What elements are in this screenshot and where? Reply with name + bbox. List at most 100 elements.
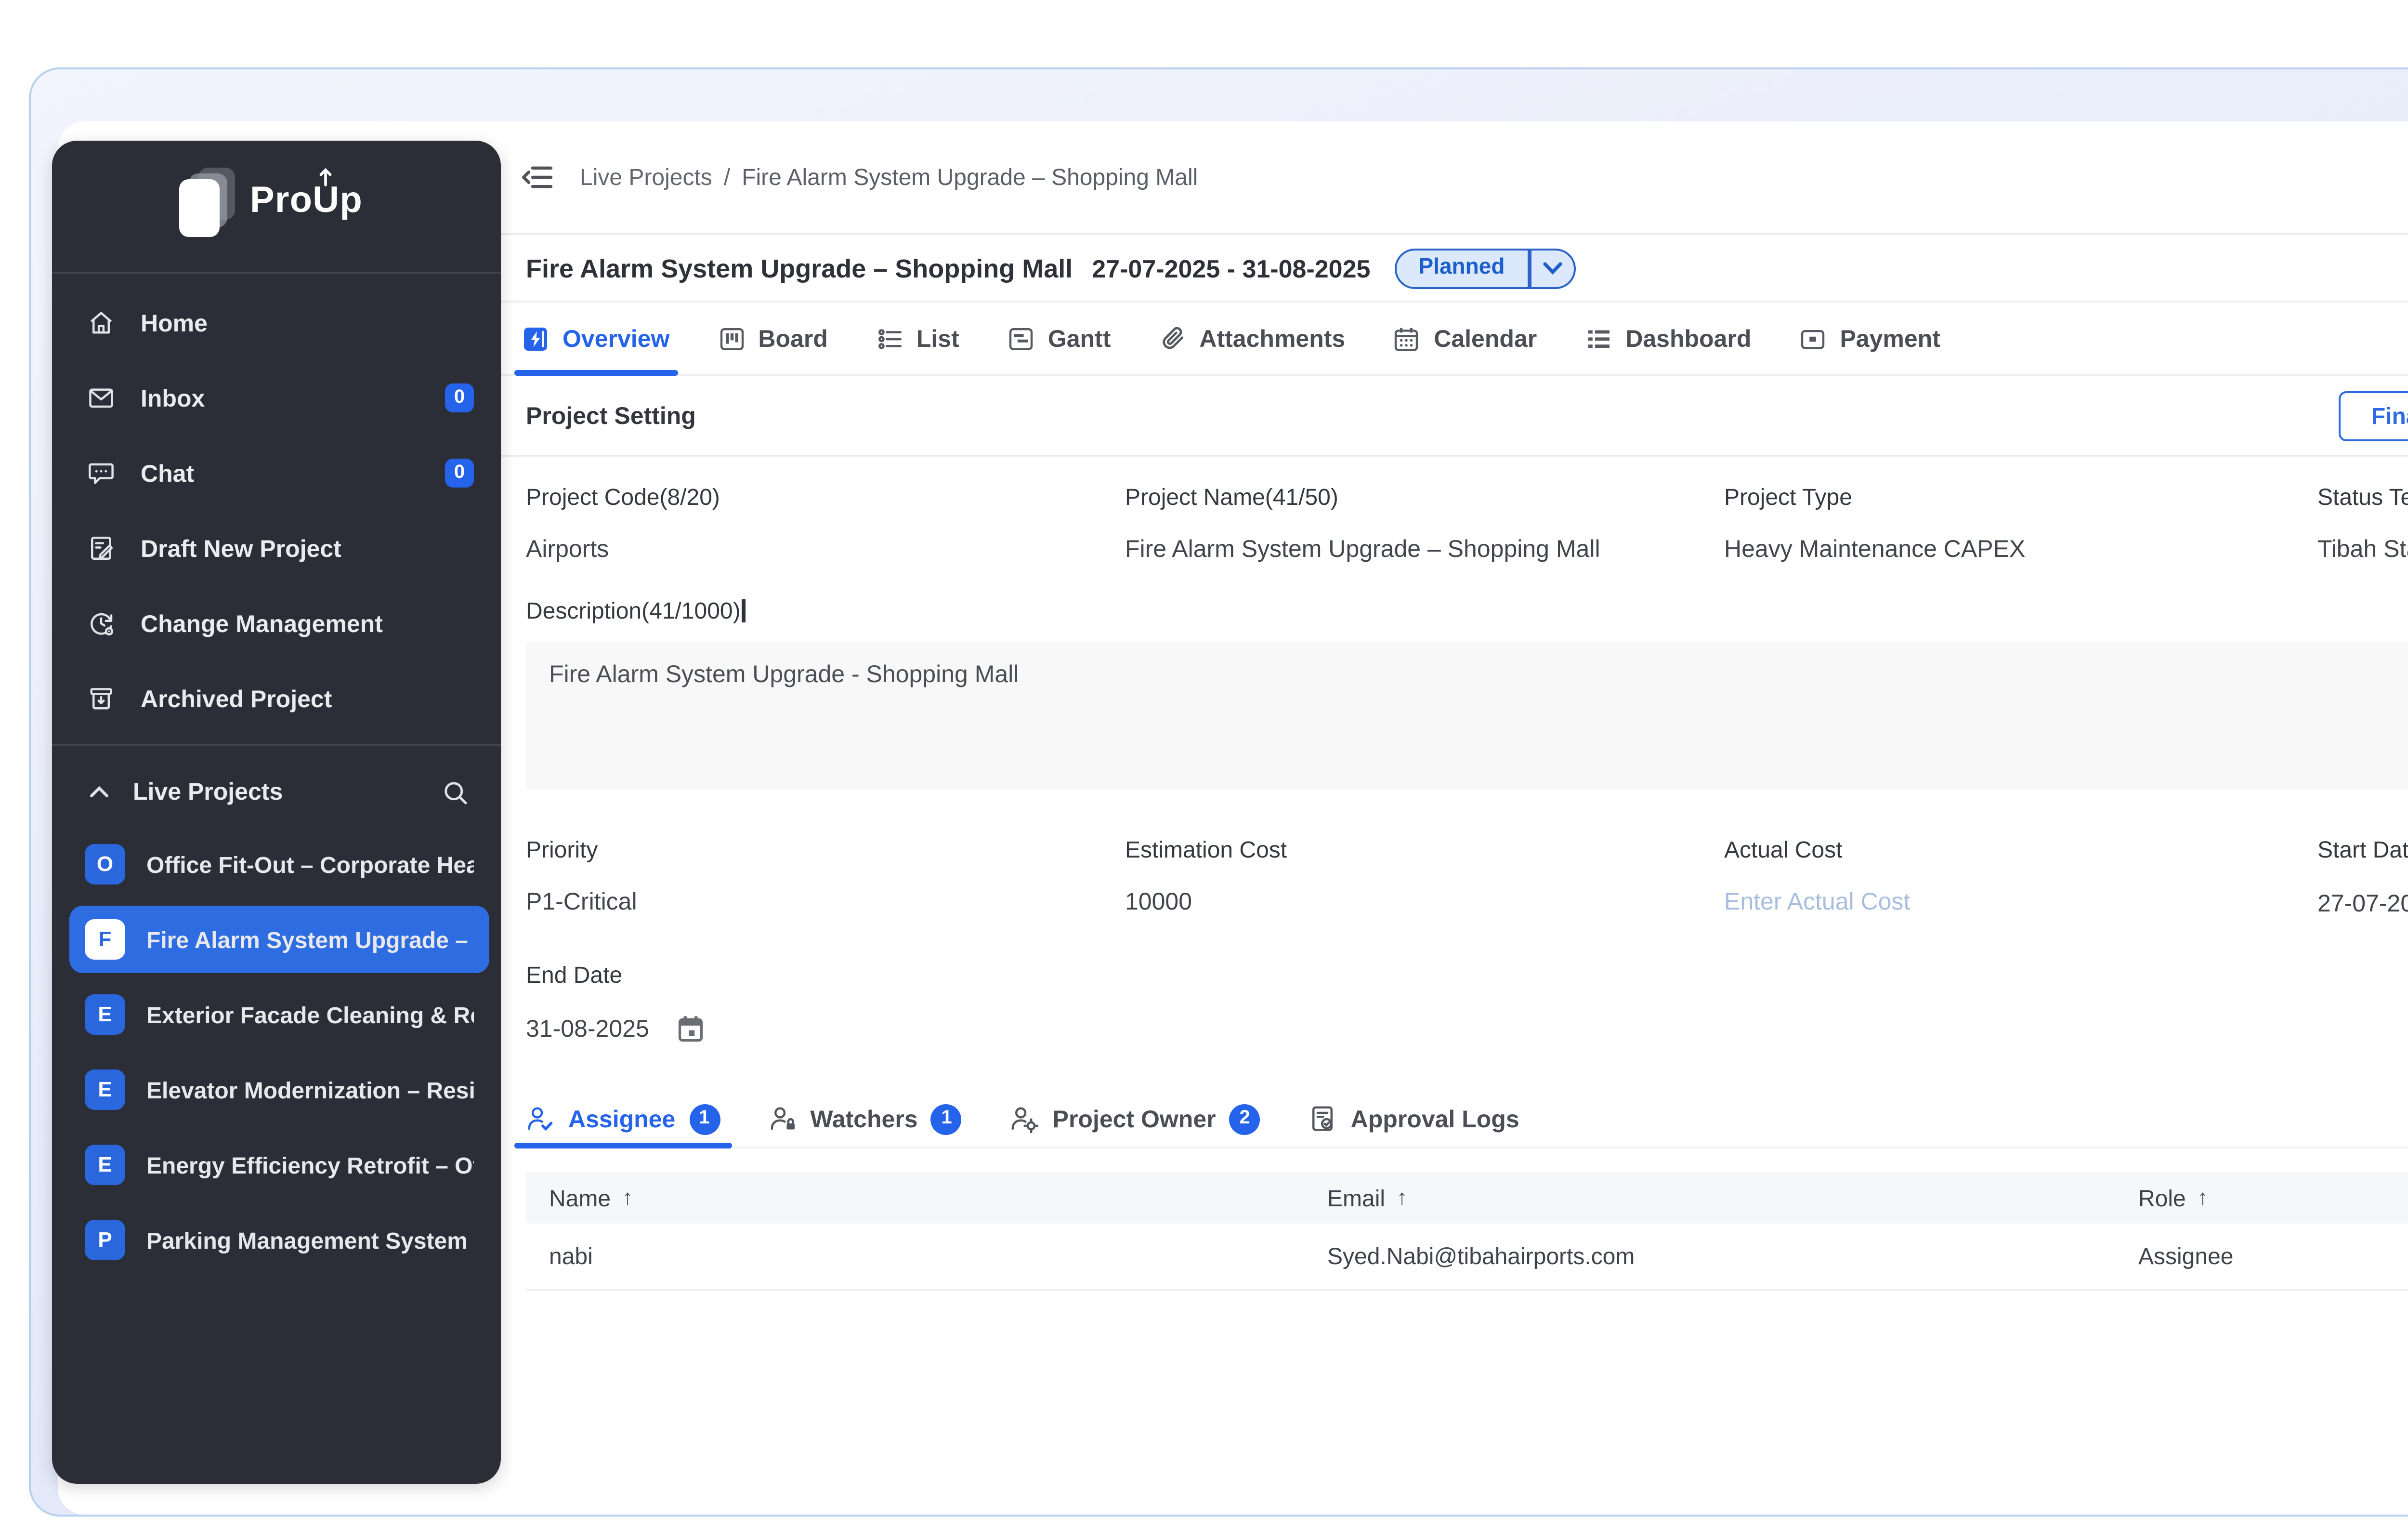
tab-board[interactable]: Board (718, 303, 828, 374)
change-management-icon (87, 609, 116, 638)
sidebar-divider (52, 744, 501, 746)
search-icon[interactable] (441, 778, 470, 806)
tab-label: Gantt (1047, 325, 1111, 352)
final-update-button[interactable]: Final Update (2338, 390, 2408, 440)
tab-assignee[interactable]: Assignee 1 (514, 1091, 731, 1148)
sidebar-item-inbox[interactable]: Inbox 0 (52, 360, 501, 436)
sort-asc-icon: ↑ (622, 1186, 633, 1209)
sidebar-project-office-fit-out[interactable]: O Office Fit-Out – Corporate Head... (52, 827, 501, 902)
tab-calendar[interactable]: Calendar (1393, 303, 1537, 374)
assignee-table: Name ↑ Email ↑ Role ↑ nabi Syed.Nabi@tib… (526, 1172, 2408, 1291)
project-type-select[interactable]: Heavy Maintenance CAPEX (1724, 536, 2317, 563)
end-date-input[interactable]: 31-08-2025 (526, 1016, 649, 1043)
start-date-input[interactable]: 27-07-2025 (2317, 890, 2408, 917)
sidebar: ProUp Home Inbox 0 Chat 0 Draft New Proj… (52, 141, 501, 1484)
actual-cost-input[interactable]: Enter Actual Cost (1724, 888, 2317, 915)
column-header-email[interactable]: Email ↑ (1304, 1184, 2115, 1211)
field-project-code: Project Code(8/20) Airports (526, 484, 1125, 563)
app-name: ProUp (250, 168, 363, 224)
breadcrumb-current: Fire Alarm System Upgrade – Shopping Mal… (742, 164, 1198, 191)
tab-overview[interactable]: Overview (514, 303, 677, 376)
status-dropdown[interactable]: Planned (1395, 248, 1575, 288)
sidebar-project-parking-management[interactable]: P Parking Management System In... (52, 1202, 501, 1278)
project-title-row: Fire Alarm System Upgrade – Shopping Mal… (499, 235, 2408, 303)
topbar: Live Projects / Fire Alarm System Upgrad… (499, 121, 2408, 235)
document-check-icon (1312, 1106, 1333, 1131)
sidebar-item-change-management[interactable]: Change Management (52, 586, 501, 661)
field-actual-cost: Actual Cost Enter Actual Cost (1724, 836, 2317, 919)
sidebar-item-label: Home (141, 309, 208, 336)
project-code-input[interactable]: Airports (526, 536, 1125, 563)
draft-icon (87, 534, 116, 563)
column-label: Role (2138, 1184, 2186, 1211)
description-text: Fire Alarm System Upgrade - Shopping Mal… (549, 661, 1019, 688)
calendar-picker-icon[interactable] (676, 1014, 705, 1044)
project-label: Exterior Facade Cleaning & Repa... (146, 1001, 474, 1028)
screen: Live Projects / Fire Alarm System Upgrad… (0, 0, 2408, 1531)
sidebar-item-chat[interactable]: Chat 0 (52, 436, 501, 511)
tab-approval-logs[interactable]: Approval Logs (1309, 1091, 1519, 1147)
tab-label: Assignee (568, 1105, 676, 1132)
tab-list[interactable]: List (876, 303, 959, 374)
column-header-name[interactable]: Name ↑ (526, 1184, 1304, 1211)
table-header: Name ↑ Email ↑ Role ↑ (526, 1172, 2408, 1224)
sidebar-collapse-icon[interactable] (518, 158, 557, 197)
text-cursor (742, 599, 745, 622)
list-icon (877, 328, 901, 348)
live-projects-label: Live Projects (133, 779, 283, 805)
board-icon (720, 327, 743, 349)
tab-project-owner[interactable]: Project Owner 2 (1010, 1091, 1260, 1147)
column-header-role[interactable]: Role ↑ (2115, 1184, 2408, 1211)
field-status-template: Status Template Tibah Stage (2317, 484, 2408, 563)
chevron-down-icon (1542, 261, 1562, 274)
breadcrumb-live-projects[interactable]: Live Projects (580, 164, 712, 191)
live-projects-section[interactable]: Live Projects (52, 757, 501, 827)
sidebar-project-fire-alarm[interactable]: F Fire Alarm System Upgrade – Sh... (52, 902, 501, 977)
sidebar-project-exterior-facade[interactable]: E Exterior Facade Cleaning & Repa... (52, 977, 501, 1052)
tab-label: Dashboard (1625, 325, 1752, 352)
project-label: Fire Alarm System Upgrade – Sh... (146, 926, 474, 953)
archive-icon (87, 684, 116, 713)
main-area: Live Projects / Fire Alarm System Upgrad… (499, 121, 2408, 1515)
priority-select[interactable]: P1-Critical (526, 888, 1125, 915)
sidebar-project-elevator-modernization[interactable]: E Elevator Modernization – Reside... (52, 1052, 501, 1127)
project-initial-badge: E (85, 994, 125, 1035)
tab-payment[interactable]: Payment (1799, 303, 1940, 374)
count-badge: 2 (1229, 1103, 1260, 1134)
estimation-cost-input[interactable]: 10000 (1125, 888, 1724, 915)
field-end-date: End Date 31-08-2025 (526, 962, 2408, 1044)
description-textarea[interactable]: Fire Alarm System Upgrade - Shopping Mal… (526, 642, 2408, 790)
logo-icon (179, 168, 235, 237)
tab-dashboard[interactable]: Dashboard (1585, 303, 1751, 374)
field-project-name: Project Name(41/50) Fire Alarm System Up… (1125, 484, 1724, 563)
field-label: Project Code(8/20) (526, 484, 720, 511)
sidebar-project-energy-efficiency[interactable]: E Energy Efficiency Retrofit – Offic... (52, 1127, 501, 1202)
sidebar-item-label: Archived Project (141, 685, 332, 712)
count-badge: 1 (931, 1103, 962, 1134)
home-icon (87, 308, 116, 337)
sidebar-item-draft-new-project[interactable]: Draft New Project (52, 511, 501, 586)
person-check-icon (528, 1107, 553, 1131)
field-label: Priority (526, 836, 598, 863)
tab-watchers[interactable]: Watchers 1 (768, 1091, 962, 1147)
status-value: Planned (1418, 256, 1505, 279)
sidebar-divider (52, 272, 501, 274)
status-template-select[interactable]: Tibah Stage (2317, 536, 2408, 563)
inbox-count-badge: 0 (445, 383, 474, 412)
cell-email: Syed.Nabi@tibahairports.com (1327, 1243, 1635, 1270)
dashboard-icon (1588, 329, 1610, 347)
app-logo[interactable]: ProUp (52, 141, 501, 264)
tab-gantt[interactable]: Gantt (1008, 303, 1111, 374)
logo-up-arrow (319, 168, 331, 186)
table-row: nabi Syed.Nabi@tibahairports.com Assigne… (526, 1224, 2408, 1291)
tab-attachments[interactable]: Attachments (1159, 303, 1345, 374)
tab-label: Project Owner (1052, 1105, 1216, 1132)
sort-asc-icon: ↑ (1397, 1186, 1408, 1209)
field-label: Status Template (2317, 484, 2408, 511)
payment-icon (1801, 329, 1825, 348)
sidebar-item-home[interactable]: Home (52, 285, 501, 360)
breadcrumb-separator: / (723, 164, 731, 191)
sidebar-item-archived-project[interactable]: Archived Project (52, 661, 501, 736)
project-name-input[interactable]: Fire Alarm System Upgrade – Shopping Mal… (1125, 536, 1724, 563)
chevron-up-icon (90, 786, 108, 797)
